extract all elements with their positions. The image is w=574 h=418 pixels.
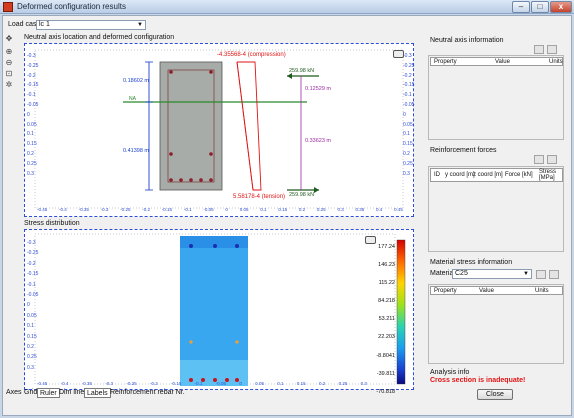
tab-reinforcement-rebar[interactable]: Reinforcement rebar Nr. bbox=[108, 388, 187, 398]
minimize-button[interactable]: – bbox=[512, 1, 530, 13]
dim-top-label: 0.18602 m bbox=[123, 78, 149, 84]
col-z-coord: z coord [m] bbox=[473, 172, 503, 178]
rebar-marker bbox=[235, 340, 239, 344]
color-scale-labels: 177.24 146.23 115.22 84.218 53.211 22.203 -8.8… bbox=[376, 244, 395, 395]
chevron-down-icon: ▼ bbox=[523, 271, 529, 277]
app-icon bbox=[3, 2, 13, 12]
zoom-in-icon[interactable]: ⊕ bbox=[4, 47, 14, 57]
reinforcement-forces-title: Reinforcement forces bbox=[430, 147, 497, 154]
close-window-button[interactable]: x bbox=[550, 1, 572, 13]
reinforcement-forces-grid[interactable]: ID y coord [m] z coord [m] Force [kN] St… bbox=[428, 166, 564, 252]
tension-strain-label: 5.58178-4 (tension) bbox=[233, 194, 286, 200]
material-select[interactable]: C25 ▼ bbox=[452, 269, 532, 279]
col-value: Value bbox=[495, 59, 510, 65]
rebar-marker bbox=[169, 152, 173, 156]
chevron-down-icon: ▼ bbox=[137, 22, 143, 28]
col-stress: Stress [MPa] bbox=[539, 169, 557, 181]
camera-icon[interactable] bbox=[365, 236, 376, 244]
material-stress-header: Property Value Units bbox=[430, 286, 563, 295]
stress-plot-title: Stress distribution bbox=[24, 220, 80, 227]
compression-strain-label: -4.35568-4 (compression) bbox=[217, 52, 286, 58]
material-value: C25 bbox=[455, 270, 468, 277]
copy-icon[interactable] bbox=[534, 155, 544, 164]
rebar-marker bbox=[199, 178, 203, 182]
lever-bottom-label: 0.33623 m bbox=[305, 138, 331, 144]
stress-left-ticks: -0.3 -0.25 -0.2 -0.15 -0.1 -0.05 0 0.05 0.1 0.15 0… bbox=[27, 240, 39, 371]
left-axis-ticks: -0.3 -0.25 -0.2 -0.15 -0.1 -0.05 0 0.05 0.1 0.15 0… bbox=[27, 53, 39, 177]
reinforcement-forces-header: ID y coord [m] z coord [m] Force [kN] St… bbox=[430, 168, 563, 182]
bottom-axis-ticks: -0.45 -0.4 -0.35 -0.3 -0.25 -0.2 -0.15 -0.1 -0.0… bbox=[37, 207, 403, 212]
neutral-axis-plot[interactable]: -0.3 -0.25 -0.2 -0.15 -0.1 -0.05 0 0.05 0.1 0.15 0… bbox=[24, 43, 414, 217]
window-title: Deformed configuration results bbox=[17, 2, 126, 11]
rebar-marker bbox=[213, 244, 217, 248]
concrete-section bbox=[159, 61, 223, 191]
color-scale-bar bbox=[396, 239, 406, 385]
export-icon[interactable] bbox=[547, 155, 557, 164]
rebar-marker bbox=[189, 340, 193, 344]
neutral-axis-label: NA bbox=[129, 96, 136, 102]
col-id: ID bbox=[434, 172, 440, 178]
stress-canvas bbox=[34, 233, 406, 386]
force-top-label: 259.98 kN bbox=[289, 68, 315, 74]
col-y-coord: y coord [m] bbox=[445, 172, 475, 178]
rebar-marker bbox=[189, 244, 193, 248]
strain-diagram bbox=[236, 61, 262, 191]
zoom-out-icon[interactable]: ⊖ bbox=[4, 58, 14, 68]
force-bottom-label: 259.98 kN bbox=[289, 192, 315, 198]
col-property: Property bbox=[434, 288, 457, 294]
stress-bottom-ticks: -0.45 -0.4 -0.35 -0.3 -0.25 -0.2 -0.15 -0.1 -0.0… bbox=[37, 381, 367, 386]
tab-labels[interactable]: Labels bbox=[84, 388, 111, 398]
rebar-marker bbox=[209, 152, 213, 156]
tab-axes[interactable]: Axes bbox=[4, 388, 24, 398]
analysis-info-title: Analysis info bbox=[430, 369, 470, 376]
analysis-message: Cross section is inadequate! bbox=[430, 377, 526, 384]
rebar-marker bbox=[179, 178, 183, 182]
zoom-window-icon[interactable]: ⊡ bbox=[4, 69, 14, 79]
camera-icon[interactable] bbox=[393, 50, 404, 58]
col-value: Value bbox=[479, 288, 494, 294]
right-axis-ticks: -0.3 -0.25 -0.2 -0.15 -0.1 -0.05 0 0.05 0.1 0.15 0… bbox=[403, 53, 415, 177]
rebar-marker bbox=[169, 70, 173, 74]
load-case-value: lc 1 bbox=[39, 21, 50, 28]
material-stress-title: Material stress information bbox=[430, 259, 513, 266]
title-bar: Deformed configuration results – □ x bbox=[0, 0, 574, 14]
copy-icon[interactable] bbox=[536, 270, 546, 279]
export-icon[interactable] bbox=[547, 45, 557, 54]
close-button[interactable]: Close bbox=[477, 389, 513, 400]
col-force: Force [kN] bbox=[505, 172, 533, 178]
pan-icon[interactable]: ✥ bbox=[4, 34, 14, 44]
rebar-marker bbox=[209, 70, 213, 74]
rebar-marker bbox=[209, 178, 213, 182]
material-stress-grid[interactable]: Property Value Units bbox=[428, 284, 564, 364]
rebar-marker bbox=[235, 244, 239, 248]
export-icon[interactable] bbox=[549, 270, 559, 279]
col-units: Units bbox=[535, 288, 549, 294]
lever-top-label: 0.12529 m bbox=[305, 86, 331, 92]
load-case-select[interactable]: lc 1 ▼ bbox=[36, 20, 146, 30]
col-units: Units bbox=[549, 59, 563, 65]
rebar-marker bbox=[189, 178, 193, 182]
dim-bottom-label: 0.41398 m bbox=[123, 148, 149, 154]
copy-icon[interactable] bbox=[534, 45, 544, 54]
neutral-axis-info-title: Neutral axis information bbox=[430, 37, 504, 44]
rebar-marker bbox=[169, 178, 173, 182]
neutral-axis-canvas bbox=[34, 49, 404, 209]
neutral-axis-info-grid[interactable]: Property Value Units bbox=[428, 55, 564, 140]
zoom-extents-icon[interactable]: ✲ bbox=[4, 80, 14, 90]
stress-plot[interactable]: 177.24 146.23 115.22 84.218 53.211 22.203 -8.8… bbox=[24, 229, 414, 395]
col-property: Property bbox=[434, 59, 457, 65]
maximize-button[interactable]: □ bbox=[531, 1, 549, 13]
neutral-axis-plot-title: Neutral axis location and deformed confi… bbox=[24, 34, 175, 41]
neutral-axis-info-header: Property Value Units bbox=[430, 57, 563, 66]
